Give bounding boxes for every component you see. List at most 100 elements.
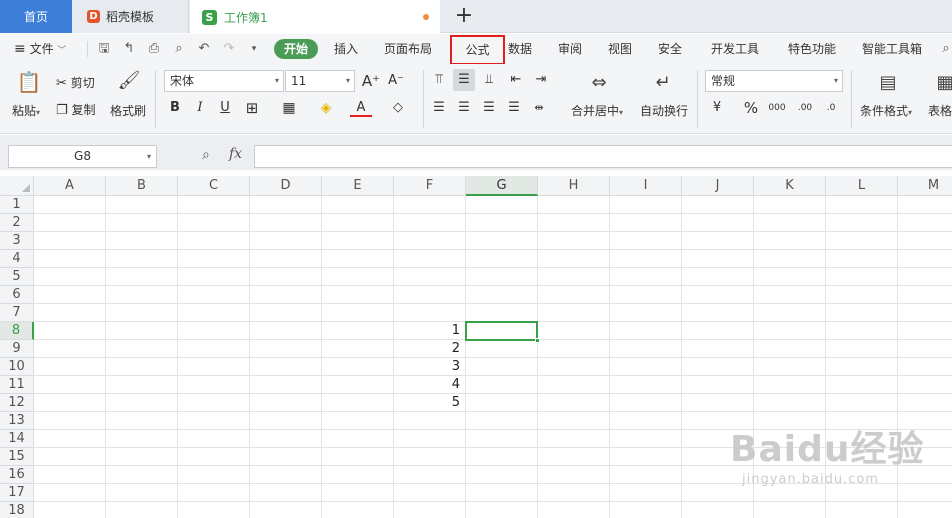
tab-view[interactable]: 视图: [608, 34, 632, 64]
conditional-format-icon[interactable]: ▤: [875, 72, 901, 94]
paste-icon[interactable]: 📋: [14, 70, 44, 96]
row-header-9[interactable]: 9: [0, 340, 34, 358]
merge-center-icon[interactable]: ⇔: [586, 72, 612, 94]
row-header-8[interactable]: 8: [0, 322, 34, 340]
thousands-separator-icon[interactable]: 000: [766, 97, 788, 119]
print-preview-icon[interactable]: ⌕: [171, 41, 187, 57]
italic-icon[interactable]: I: [189, 97, 211, 119]
tab-review[interactable]: 审阅: [558, 34, 582, 64]
column-header-g[interactable]: G: [466, 176, 538, 196]
column-header-j[interactable]: J: [682, 176, 754, 196]
row-header-6[interactable]: 6: [0, 286, 34, 304]
percent-icon[interactable]: %: [740, 97, 762, 119]
underline-icon[interactable]: U: [214, 97, 236, 119]
wrap-text-icon[interactable]: ↵: [650, 72, 676, 94]
distributed-icon[interactable]: ⇹: [528, 97, 550, 119]
new-tab-button[interactable]: +: [452, 3, 476, 29]
column-header-e[interactable]: E: [322, 176, 394, 196]
row-header-1[interactable]: 1: [0, 196, 34, 214]
currency-icon[interactable]: ¥: [706, 97, 728, 119]
number-format-select[interactable]: 常规 ▾: [705, 70, 843, 92]
row-header-17[interactable]: 17: [0, 484, 34, 502]
column-header-h[interactable]: H: [538, 176, 610, 196]
cell-f11[interactable]: 4: [394, 376, 464, 394]
copy-button[interactable]: ❐ 复制: [56, 101, 96, 118]
row-header-14[interactable]: 14: [0, 430, 34, 448]
quick-access-dropdown-icon[interactable]: ▾: [246, 41, 262, 57]
row-header-4[interactable]: 4: [0, 250, 34, 268]
column-header-d[interactable]: D: [250, 176, 322, 196]
column-header-b[interactable]: B: [106, 176, 178, 196]
row-header-3[interactable]: 3: [0, 232, 34, 250]
save-icon[interactable]: 🖫: [96, 41, 112, 57]
cell-f12[interactable]: 5: [394, 394, 464, 412]
paste-button[interactable]: 粘贴▾: [12, 102, 40, 119]
tab-workbook[interactable]: S 工作簿1: [190, 0, 440, 34]
border-icon[interactable]: ⊞: [241, 97, 263, 119]
row-header-16[interactable]: 16: [0, 466, 34, 484]
font-size-select[interactable]: 11 ▾: [285, 70, 355, 92]
tab-start[interactable]: 开始: [274, 39, 318, 59]
tab-page-layout[interactable]: 页面布局: [384, 34, 432, 64]
align-bottom-icon[interactable]: ⫫: [478, 69, 500, 91]
format-painter-button[interactable]: 格式刷: [110, 102, 146, 119]
row-header-5[interactable]: 5: [0, 268, 34, 286]
font-name-select[interactable]: 宋体 ▾: [164, 70, 284, 92]
select-all-corner[interactable]: [0, 176, 34, 196]
zoom-search-icon[interactable]: ⌕: [202, 147, 210, 163]
format-painter-icon[interactable]: 🖌: [117, 70, 141, 96]
row-header-18[interactable]: 18: [0, 502, 34, 518]
fill-color-icon[interactable]: ◈: [315, 97, 337, 119]
fx-button[interactable]: fx: [229, 146, 242, 162]
tab-smart-toolbox[interactable]: 智能工具箱: [862, 34, 922, 64]
cell-f10[interactable]: 3: [394, 358, 464, 376]
search-icon[interactable]: ⌕: [938, 41, 952, 57]
tab-docer-templates[interactable]: D 稻壳模板: [73, 0, 189, 33]
bold-icon[interactable]: B: [164, 97, 186, 119]
column-header-m[interactable]: M: [898, 176, 952, 196]
decrease-indent-icon[interactable]: ⇤: [505, 69, 527, 91]
column-header-i[interactable]: I: [610, 176, 682, 196]
row-header-11[interactable]: 11: [0, 376, 34, 394]
decrease-font-icon[interactable]: A⁻: [385, 70, 407, 92]
column-header-l[interactable]: L: [826, 176, 898, 196]
row-header-13[interactable]: 13: [0, 412, 34, 430]
file-menu[interactable]: ≡ 文件 ﹀: [14, 34, 66, 64]
table-style-icon[interactable]: ▦: [932, 72, 952, 94]
decrease-decimal-icon[interactable]: .0: [820, 97, 842, 119]
column-header-f[interactable]: F: [394, 176, 466, 196]
cell-f8[interactable]: 1: [394, 322, 464, 340]
formula-input[interactable]: [254, 145, 952, 168]
align-top-icon[interactable]: ⫪: [428, 69, 450, 91]
row-header-12[interactable]: 12: [0, 394, 34, 412]
name-box[interactable]: G8 ▾: [8, 145, 157, 168]
justify-icon[interactable]: ☰: [503, 97, 525, 119]
selected-cell[interactable]: [465, 321, 540, 343]
tab-security[interactable]: 安全: [658, 34, 682, 64]
column-header-k[interactable]: K: [754, 176, 826, 196]
wrap-text-button[interactable]: 自动换行: [640, 102, 688, 119]
column-header-a[interactable]: A: [34, 176, 106, 196]
row-header-7[interactable]: 7: [0, 304, 34, 322]
spreadsheet-grid[interactable]: ABCDEFGHIJKLM 1 2 3 4 5 6 7 8 9 10 11 12 13 14 15 16 17 1…: [0, 176, 952, 518]
tab-home[interactable]: 首页: [0, 0, 72, 33]
table-style-button[interactable]: 表格: [928, 102, 952, 119]
increase-decimal-icon[interactable]: .00: [794, 97, 816, 119]
increase-indent-icon[interactable]: ⇥: [530, 69, 552, 91]
tab-data[interactable]: 数据: [508, 34, 532, 64]
row-header-2[interactable]: 2: [0, 214, 34, 232]
font-color-icon[interactable]: A: [350, 97, 372, 117]
fill-handle[interactable]: [535, 338, 540, 343]
undo-icon[interactable]: ↶: [196, 41, 212, 57]
cell-f9[interactable]: 2: [394, 340, 464, 358]
conditional-format-button[interactable]: 条件格式▾: [860, 102, 912, 119]
tab-insert[interactable]: 插入: [334, 34, 358, 64]
row-header-10[interactable]: 10: [0, 358, 34, 376]
tab-formula[interactable]: 公式: [450, 35, 505, 65]
align-center-icon[interactable]: ☰: [453, 97, 475, 119]
align-right-icon[interactable]: ☰: [478, 97, 500, 119]
increase-font-icon[interactable]: A⁺: [360, 70, 382, 92]
fill-pattern-icon[interactable]: ▦: [278, 97, 300, 119]
align-left-icon[interactable]: ☰: [428, 97, 450, 119]
row-header-15[interactable]: 15: [0, 448, 34, 466]
